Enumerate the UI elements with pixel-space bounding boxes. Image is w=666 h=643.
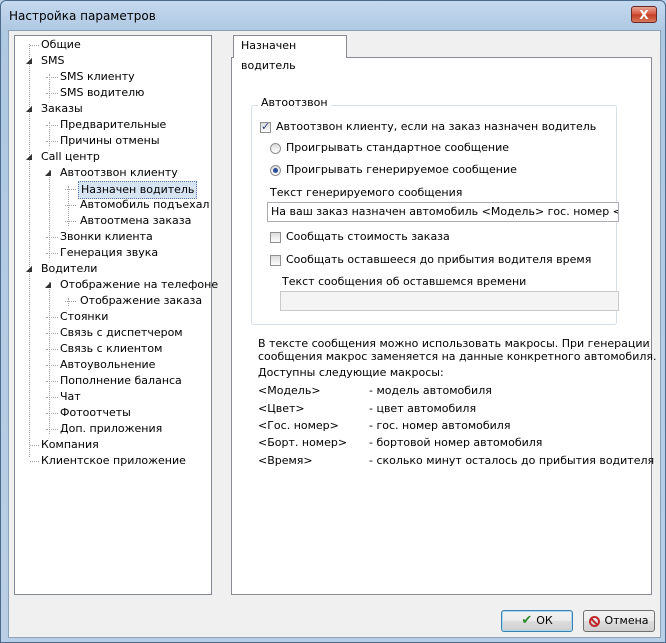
radio-generated-message[interactable] (270, 165, 281, 176)
time-checkbox-label: Сообщать оставшееся до прибытия водителя… (286, 253, 592, 266)
tree-item-label: Фотоотчеты (60, 406, 131, 419)
checkmark-icon: ✓ (261, 120, 271, 133)
tree-item-label: Звонки клиента (60, 230, 153, 243)
tree-item-label: Водители (41, 262, 98, 275)
tree-item-label: Предварительные (60, 118, 167, 131)
no-entry-icon (589, 616, 601, 627)
macro-key: <Борт. номер> (258, 436, 348, 449)
expanded-arrow-icon[interactable]: ◢ (24, 53, 34, 69)
radio-selected-dot-icon (273, 168, 278, 173)
macro-key: <Модель> (258, 384, 321, 397)
cost-checkbox-label: Сообщать стоимость заказа (286, 230, 450, 243)
client-area: Общие ◢ SMS SMS клиенту SMS водителю ◢ З… (8, 30, 661, 638)
macro-key: <Цвет> (258, 402, 305, 415)
cost-checkbox[interactable] (270, 232, 281, 243)
tree-drivers-line (49, 282, 50, 434)
message-text-input[interactable]: На ваш заказ назначен автомобиль <Модель… (267, 202, 619, 222)
tree-item-label: Автоотмена заказа (80, 214, 192, 227)
macro-key: <Время> (258, 454, 313, 467)
macro-desc: - модель автомобиля (369, 384, 492, 397)
tree-item-label: Заказы (41, 102, 83, 115)
help-line-2: сообщения макрос заменяется на данные ко… (258, 350, 657, 363)
macro-desc: - гос. номер автомобиля (369, 419, 511, 432)
expanded-arrow-icon[interactable]: ◢ (24, 101, 34, 117)
tree-callcenter-line (49, 170, 50, 258)
expanded-arrow-icon[interactable]: ◢ (24, 149, 34, 165)
tree-item-label: SMS (41, 54, 65, 67)
tree-item-label: Генерация звука (60, 246, 159, 259)
cancel-button-label: Отмена (604, 614, 649, 627)
tree-item-label: Пополнение баланса (60, 374, 182, 387)
ok-button-label: ОК (536, 614, 553, 627)
settings-tree[interactable]: Общие ◢ SMS SMS клиенту SMS водителю ◢ З… (14, 35, 218, 595)
tree-item-label: SMS клиенту (60, 70, 135, 83)
macro-desc: - бортовой номер автомобиля (369, 436, 543, 449)
tree-display-line (68, 298, 69, 306)
window-title: Настройка параметров (9, 9, 156, 23)
expanded-arrow-icon[interactable]: ◢ (43, 165, 53, 181)
tree-item-label: Автомобиль подъехал (80, 198, 210, 211)
time-checkbox[interactable] (270, 255, 281, 266)
radio-standard-message[interactable] (270, 143, 281, 154)
tree-item-label: Автоувольнение (60, 358, 156, 371)
tree-item-label: Связь с диспетчером (60, 326, 183, 339)
radio-standard-label: Проигрывать стандартное сообщение (286, 141, 510, 154)
group-caption: Автоотзвон (258, 96, 331, 109)
radio-generated-label: Проигрывать генерируемое сообщение (286, 163, 517, 176)
cancel-button[interactable]: Отмена (583, 610, 655, 632)
tree-item-label: Клиентское приложение (41, 454, 186, 467)
autocall-checkbox-label: Автоотзвон клиенту, если на заказ назнач… (276, 120, 597, 133)
tab-driver-assigned[interactable]: Назначен водитель (233, 35, 347, 72)
tree-item-label: Доп. приложения (60, 422, 163, 435)
tree-item-label: SMS водителю (60, 86, 145, 99)
expanded-arrow-icon[interactable]: ◢ (24, 261, 34, 277)
tree-item-label: Причины отмены (60, 134, 160, 147)
tree-item-label: Автоотзвон клиенту (60, 166, 178, 179)
help-line-3: Доступны следующие макросы: (258, 366, 444, 379)
ok-button[interactable]: ✔ ОК (501, 610, 573, 632)
macro-desc: - цвет автомобиля (369, 402, 477, 415)
time-message-input[interactable] (280, 291, 619, 311)
checkmark-icon: ✔ (521, 613, 533, 628)
tree-item-label: Стоянки (60, 310, 109, 323)
macro-key: <Гос. номер> (258, 419, 339, 432)
tree-item-label: Общие (41, 38, 81, 51)
time-message-label: Текст сообщения об оставшемся времени (282, 275, 527, 288)
macro-desc: - сколько минут осталось до прибытия вод… (369, 454, 655, 467)
tree-item-label: Отображение заказа (80, 294, 203, 307)
message-text-label: Текст генерируемого сообщения (270, 186, 463, 199)
close-button[interactable]: X (631, 6, 657, 23)
expanded-arrow-icon[interactable]: ◢ (43, 277, 53, 293)
tree-item-label: Отображение на телефоне (60, 278, 219, 291)
title-bar: Настройка параметров X (1, 1, 665, 31)
settings-window: Настройка параметров X Общие ◢ SMS SMS к… (0, 0, 666, 643)
tree-item-label: Call центр (41, 150, 100, 163)
tree-autocall-line (68, 186, 69, 226)
autocall-checkbox[interactable]: ✓ (260, 120, 271, 133)
tree-item-label: Компания (41, 438, 99, 451)
tree-item-label: Связь с клиентом (60, 342, 163, 355)
tree-item-label: Чат (60, 390, 81, 403)
help-line-1: В тексте сообщения можно использовать ма… (258, 337, 650, 350)
tab-panel: Автоотзвон ✓ Автоотзвон клиенту, если на… (231, 57, 657, 595)
